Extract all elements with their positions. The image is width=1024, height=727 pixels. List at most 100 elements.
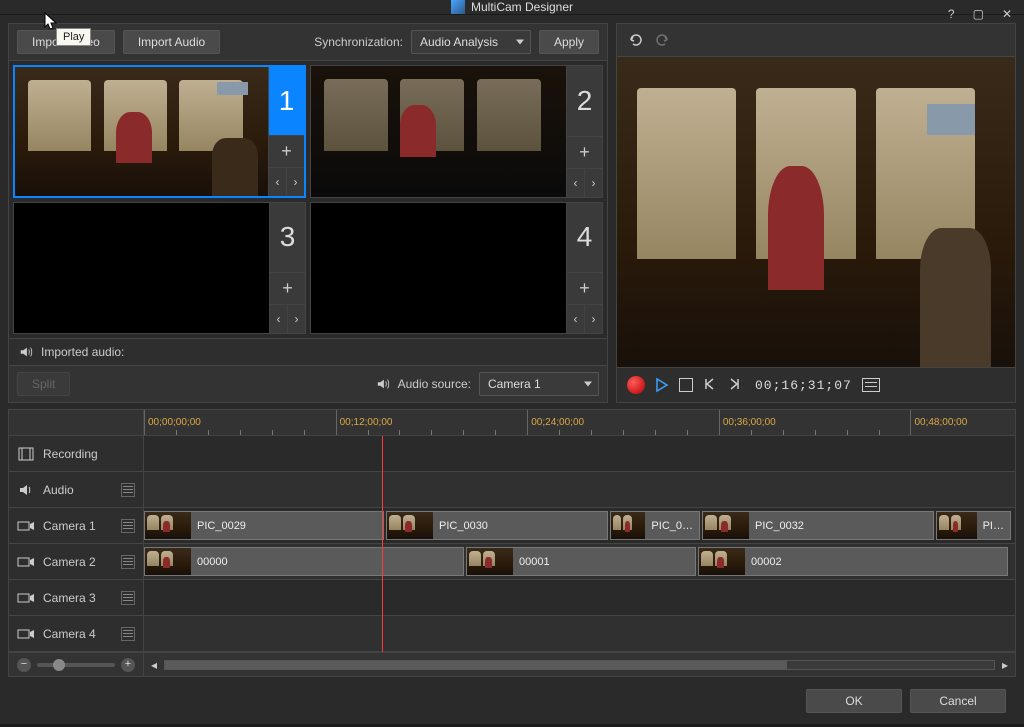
clip-label: PIC_0030 bbox=[433, 520, 494, 532]
camera-number-2[interactable]: 2 bbox=[567, 66, 602, 137]
track-head-camera1[interactable]: Camera 1 bbox=[9, 508, 143, 544]
help-button[interactable]: ? bbox=[944, 7, 959, 21]
app-logo-icon bbox=[451, 0, 465, 14]
zoom-slider-handle[interactable] bbox=[53, 659, 65, 671]
camera-thumb-4 bbox=[311, 203, 566, 334]
camera-icon bbox=[17, 628, 35, 640]
camera-number-3[interactable]: 3 bbox=[270, 203, 305, 274]
track-row-audio[interactable] bbox=[144, 472, 1015, 508]
track-head-audio[interactable]: Audio bbox=[9, 472, 143, 508]
display-options-button[interactable] bbox=[862, 378, 880, 392]
clip[interactable]: PIC_0030 bbox=[386, 511, 608, 540]
maximize-button[interactable]: ▢ bbox=[969, 7, 988, 21]
camera-cell-3[interactable]: 3 + ‹ › bbox=[13, 202, 306, 335]
camera-cell-2[interactable]: 2 + ‹ › bbox=[310, 65, 603, 198]
clip-thumbnail bbox=[937, 512, 977, 539]
track-options-button[interactable] bbox=[121, 627, 135, 641]
clip[interactable]: 00001 bbox=[466, 547, 696, 576]
prev-frame-button[interactable] bbox=[703, 377, 717, 394]
clip-label: PIC_0032 bbox=[749, 520, 810, 532]
clip-label: PI… bbox=[977, 520, 1010, 532]
ok-button[interactable]: OK bbox=[806, 689, 902, 713]
timecode-display: 00;16;31;07 bbox=[755, 378, 852, 393]
sync-method-dropdown[interactable]: Audio Analysis bbox=[411, 30, 531, 54]
close-button[interactable]: ✕ bbox=[998, 7, 1016, 21]
zoom-in-button[interactable]: + bbox=[121, 658, 135, 672]
track-options-button[interactable] bbox=[121, 555, 135, 569]
apply-button[interactable]: Apply bbox=[539, 30, 599, 54]
track-row-camera1[interactable]: PIC_0029 PIC_0030 PIC_0… PIC_0032 PI… bbox=[144, 508, 1015, 544]
track-head-camera3[interactable]: Camera 3 bbox=[9, 580, 143, 616]
camera-thumb-2 bbox=[311, 66, 566, 197]
camera-next-1[interactable]: › bbox=[286, 168, 304, 196]
camera-thumb-1 bbox=[15, 67, 268, 196]
clip-thumbnail bbox=[611, 512, 645, 539]
scroll-left-button[interactable]: ◂ bbox=[148, 658, 160, 672]
ruler-tick: 00;24;00;00 bbox=[527, 410, 584, 435]
imported-audio-label: Imported audio: bbox=[41, 345, 124, 359]
clip[interactable]: 00002 bbox=[698, 547, 1008, 576]
camera-add-4[interactable]: + bbox=[567, 273, 602, 305]
track-options-button[interactable] bbox=[121, 483, 135, 497]
timeline-scrollbar[interactable]: ◂ ▸ bbox=[144, 658, 1015, 672]
clip[interactable]: PIC_0032 bbox=[702, 511, 934, 540]
timeline-ruler[interactable]: 00;00;00;0000;12;00;0000;24;00;0000;36;0… bbox=[144, 410, 1015, 435]
camera-icon bbox=[17, 556, 35, 568]
scrollbar-thumb[interactable] bbox=[165, 661, 787, 669]
import-audio-button[interactable]: Import Audio bbox=[123, 30, 220, 54]
camera-add-2[interactable]: + bbox=[567, 137, 602, 169]
camera-next-4[interactable]: › bbox=[584, 305, 602, 333]
track-head-camera2[interactable]: Camera 2 bbox=[9, 544, 143, 580]
record-button[interactable] bbox=[627, 376, 645, 394]
camera-prev-3[interactable]: ‹ bbox=[270, 305, 287, 333]
camera-add-3[interactable]: + bbox=[270, 273, 305, 305]
camera-next-2[interactable]: › bbox=[584, 169, 602, 197]
camera-thumb-3 bbox=[14, 203, 269, 334]
clip[interactable]: 00000 bbox=[144, 547, 464, 576]
camera-cell-1[interactable]: 1 + ‹ › bbox=[13, 65, 306, 198]
next-frame-button[interactable] bbox=[727, 377, 741, 394]
clip-label: 00000 bbox=[191, 556, 234, 568]
transport-bar: 00;16;31;07 Play bbox=[617, 367, 1015, 402]
clip-thumbnail bbox=[703, 512, 749, 539]
camera-add-1[interactable]: + bbox=[269, 136, 304, 168]
clip[interactable]: PI… bbox=[936, 511, 1011, 540]
clip-thumbnail bbox=[145, 548, 191, 575]
track-row-camera2[interactable]: 00000 0000100002 bbox=[144, 544, 1015, 580]
track-options-button[interactable] bbox=[121, 591, 135, 605]
camera-number-1[interactable]: 1 bbox=[269, 67, 304, 136]
clip[interactable]: PIC_0… bbox=[610, 511, 700, 540]
track-options-button[interactable] bbox=[121, 519, 135, 533]
audio-source-dropdown[interactable]: Camera 1 bbox=[479, 372, 599, 396]
camera-number-4[interactable]: 4 bbox=[567, 203, 602, 274]
camera-prev-1[interactable]: ‹ bbox=[269, 168, 286, 196]
preview-panel: 00;16;31;07 Play bbox=[616, 23, 1016, 403]
zoom-out-button[interactable]: − bbox=[17, 658, 31, 672]
zoom-slider[interactable] bbox=[37, 663, 115, 667]
camera-cell-4[interactable]: 4 + ‹ › bbox=[310, 202, 603, 335]
speaker-icon bbox=[19, 345, 33, 359]
track-label: Audio bbox=[43, 483, 113, 497]
cancel-button[interactable]: Cancel bbox=[910, 689, 1006, 713]
camera-next-3[interactable]: › bbox=[287, 305, 305, 333]
redo-button[interactable] bbox=[653, 30, 673, 50]
clip[interactable]: PIC_0029 bbox=[144, 511, 384, 540]
track-label: Camera 4 bbox=[43, 627, 113, 641]
clip-label: PIC_0029 bbox=[191, 520, 252, 532]
import-video-button[interactable]: Import Video bbox=[17, 30, 115, 54]
track-row-camera3[interactable] bbox=[144, 580, 1015, 616]
clip-thumbnail bbox=[467, 548, 513, 575]
stop-button[interactable] bbox=[679, 378, 693, 392]
ruler-tick: 00;48;00;00 bbox=[910, 410, 967, 435]
track-row-camera4[interactable] bbox=[144, 616, 1015, 652]
play-button[interactable] bbox=[655, 377, 669, 393]
track-head-recording[interactable]: Recording bbox=[9, 436, 143, 472]
split-button[interactable]: Split bbox=[17, 372, 70, 396]
camera-prev-2[interactable]: ‹ bbox=[567, 169, 584, 197]
scroll-right-button[interactable]: ▸ bbox=[999, 658, 1011, 672]
undo-button[interactable] bbox=[625, 30, 645, 50]
camera-prev-4[interactable]: ‹ bbox=[567, 305, 584, 333]
track-head-camera4[interactable]: Camera 4 bbox=[9, 616, 143, 652]
track-row-recording[interactable] bbox=[144, 436, 1015, 472]
film-icon bbox=[17, 447, 35, 461]
